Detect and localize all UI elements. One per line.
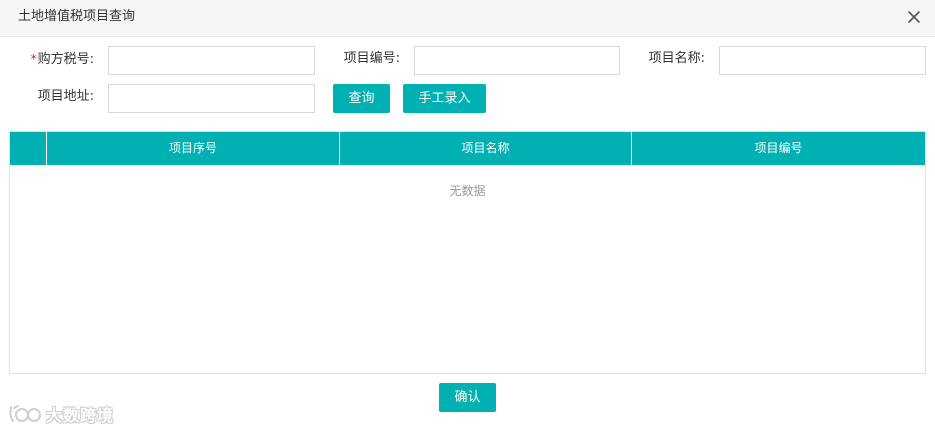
- column-header-project-code[interactable]: 项目编号: [632, 132, 925, 165]
- column-header-select[interactable]: [10, 132, 47, 165]
- manual-entry-button[interactable]: 手工录入: [403, 84, 486, 113]
- buyer-tax-id-label: *购方税号:: [26, 50, 94, 69]
- watermark-logo-icon: [9, 405, 41, 422]
- project-table: 项目序号 项目名称 项目编号 无数据: [9, 131, 926, 374]
- project-address-label: 项目地址:: [37, 89, 94, 104]
- watermark-text: 大数跨境: [46, 406, 115, 425]
- required-mark: *: [30, 52, 37, 66]
- column-header-project-name[interactable]: 项目名称: [340, 132, 632, 165]
- project-code-input[interactable]: [414, 46, 620, 75]
- dialog-titlebar: 土地增值税项目查询: [0, 0, 935, 37]
- column-header-project-seq[interactable]: 项目序号: [47, 132, 340, 165]
- watermark: 大数跨境: [8, 402, 114, 426]
- table-header: 项目序号 项目名称 项目编号: [10, 132, 925, 165]
- close-icon[interactable]: [907, 10, 921, 24]
- dialog-title: 土地增值税项目查询: [18, 9, 136, 24]
- buyer-tax-id-label-text: 购方税号:: [37, 52, 94, 67]
- project-name-label: 项目名称:: [648, 51, 705, 66]
- project-address-input[interactable]: [108, 84, 315, 113]
- buyer-tax-id-input[interactable]: [108, 46, 315, 75]
- empty-state-text: 无数据: [449, 184, 486, 198]
- confirm-button[interactable]: 确认: [439, 383, 496, 412]
- query-button[interactable]: 查询: [333, 84, 390, 113]
- project-name-input[interactable]: [719, 46, 926, 75]
- project-code-label: 项目编号:: [343, 51, 400, 66]
